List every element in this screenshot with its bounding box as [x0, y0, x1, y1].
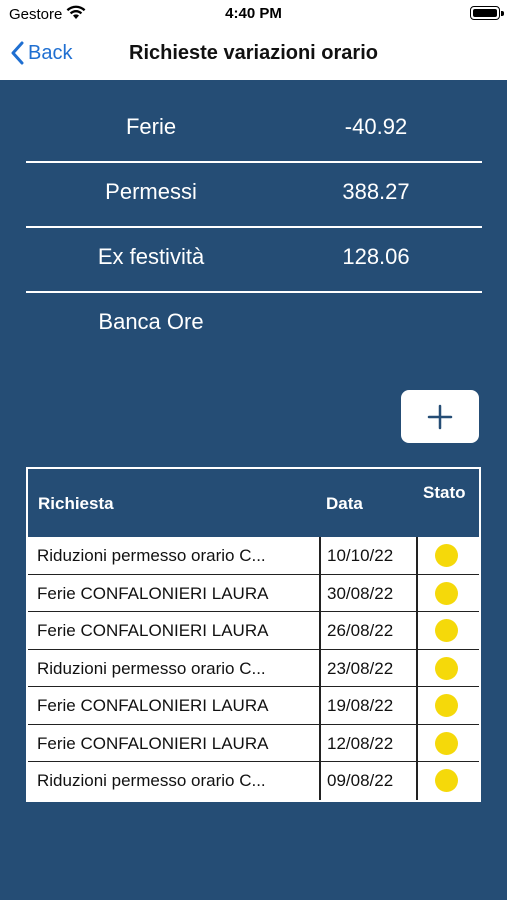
battery-icon — [470, 6, 504, 20]
summary-label: Ex festività — [97, 244, 205, 269]
summary-value: 128.06 — [342, 244, 410, 269]
summary-row-ferie: Ferie -40.92 — [26, 98, 482, 163]
table-row[interactable]: Riduzioni permesso orario C... 09/08/22 — [28, 762, 479, 800]
status-bar: Gestore 4:40 PM — [0, 0, 507, 30]
status-dot-icon — [435, 656, 458, 680]
status-dot-icon — [435, 694, 458, 717]
request-cell: Riduzioni permesso orario C... — [37, 546, 266, 565]
summary-label: Ferie — [125, 114, 177, 139]
date-cell: 26/08/22 — [319, 612, 418, 649]
summary-row-ex-festivita: Ex festività 128.06 — [26, 228, 482, 293]
status-dot-icon — [435, 581, 458, 605]
table-row[interactable]: Ferie CONFALONIERI LAURA 19/08/22 — [28, 687, 479, 725]
summary-label: Banca Ore — [98, 309, 204, 334]
navigation-bar: Back Richieste variazioni orario — [0, 30, 507, 80]
clock: 4:40 PM — [225, 5, 282, 22]
request-cell: Ferie CONFALONIERI LAURA — [37, 621, 269, 640]
request-cell: Riduzioni permesso orario C... — [37, 771, 266, 790]
page-title: Richieste variazioni orario — [129, 42, 378, 64]
table-row[interactable]: Riduzioni permesso orario C... 23/08/22 — [28, 649, 479, 687]
table-header: Richiesta Data Stato — [28, 469, 479, 537]
column-header-stato: Stato — [423, 483, 466, 502]
table-row[interactable]: Riduzioni permesso orario C... 10/10/22 — [28, 537, 479, 575]
plus-icon — [427, 404, 453, 429]
summary-value: 388.27 — [342, 179, 410, 204]
request-cell: Ferie CONFALONIERI LAURA — [37, 696, 269, 715]
column-header-richiesta: Richiesta — [38, 494, 114, 513]
date-cell: 09/08/22 — [319, 762, 418, 800]
date-cell: 19/08/22 — [319, 687, 418, 724]
summary-label: Permessi — [105, 179, 197, 204]
column-header-data: Data — [326, 494, 363, 513]
status-dot-icon — [435, 619, 458, 642]
table-row[interactable]: Ferie CONFALONIERI LAURA 12/08/22 — [28, 724, 479, 762]
summary-row-banca-ore: Banca Ore — [26, 293, 482, 358]
date-cell: 12/08/22 — [319, 724, 418, 761]
date-cell: 23/08/22 — [319, 649, 418, 686]
summary-row-permessi: Permessi 388.27 — [26, 163, 482, 228]
status-dot-icon — [435, 544, 458, 567]
summary-value: -40.92 — [344, 114, 408, 139]
request-cell: Ferie CONFALONIERI LAURA — [37, 583, 269, 603]
top-bar: Gestore 4:40 PM Back Richieste variazion… — [0, 0, 507, 80]
status-dot-icon — [435, 731, 458, 755]
table-row[interactable]: Ferie CONFALONIERI LAURA 26/08/22 — [28, 612, 479, 650]
date-cell: 10/10/22 — [319, 537, 418, 574]
status-dot-icon — [435, 769, 458, 792]
date-cell: 30/08/22 — [319, 574, 418, 611]
balance-summary: Ferie -40.92 Permessi 388.27 Ex festivit… — [26, 98, 482, 358]
table-row[interactable]: Ferie CONFALONIERI LAURA 30/08/22 — [28, 574, 479, 612]
request-cell: Riduzioni permesso orario C... — [37, 658, 266, 678]
request-cell: Ferie CONFALONIERI LAURA — [37, 733, 269, 753]
add-request-button[interactable] — [401, 390, 479, 443]
table-body: Riduzioni permesso orario C... 10/10/22 … — [28, 537, 479, 800]
requests-table: Richiesta Data Stato Riduzioni permesso … — [26, 467, 481, 802]
